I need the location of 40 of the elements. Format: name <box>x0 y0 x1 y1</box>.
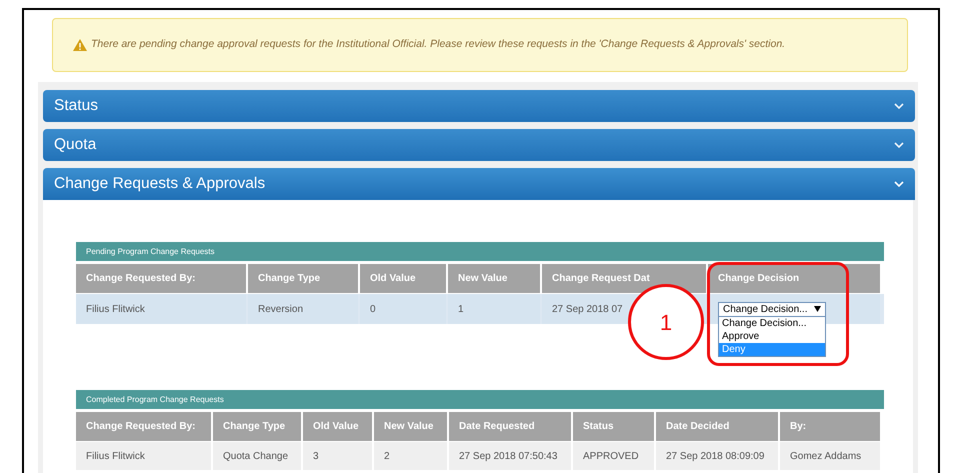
chevron-icon <box>894 142 904 148</box>
table-cell: Filius Flitwick <box>76 442 211 470</box>
table-cell: APPROVED <box>573 442 654 470</box>
column-header: Date Requested <box>449 412 571 441</box>
table-title-bar: Completed Program Change Requests <box>76 390 884 409</box>
table-title-bar: Pending Program Change Requests <box>76 242 884 261</box>
dropdown-option[interactable]: Approve <box>719 330 825 343</box>
column-header: By: <box>780 412 880 441</box>
table-cell: 0 <box>360 294 446 324</box>
column-header: Change Decision <box>708 264 880 293</box>
column-header: Change Requested By: <box>76 412 211 441</box>
table-cell: 3 <box>303 442 372 470</box>
chevron-icon <box>894 102 904 110</box>
decision-dropdown[interactable]: Change Decision... <box>718 302 826 316</box>
column-header: New Value <box>374 412 447 441</box>
table-cell: 1 <box>448 294 540 324</box>
table-cell: 27 Sep 2018 08:09:09 <box>656 442 778 470</box>
table-cell: Reversion <box>248 294 358 324</box>
column-header: Old Value <box>360 264 446 293</box>
chevron-icon <box>894 180 904 188</box>
table-cell: 2 <box>374 442 447 470</box>
accordion-header[interactable]: Status <box>43 90 915 122</box>
dropdown-option[interactable]: Change Decision... <box>719 317 825 330</box>
accordion-header[interactable]: Change Requests & Approvals <box>43 168 915 200</box>
caret-icon <box>814 306 821 312</box>
column-header: New Value <box>448 264 540 293</box>
accordion-header[interactable]: Quota <box>43 129 915 161</box>
table-cell: Quota Change <box>213 442 301 470</box>
column-header: Change Requested By: <box>76 264 246 293</box>
column-header: Status <box>573 412 654 441</box>
alert-message: There are pending change approval requests for the Institutional Official. Please review these requests in the 'Change Requests & Approvals' section. <box>91 37 786 52</box>
table-cell: Gomez Addams <box>780 442 880 470</box>
table-cell: Filius Flitwick <box>76 294 246 324</box>
warning-icon <box>73 39 87 51</box>
table-cell: 27 Sep 2018 07:50:43 <box>449 442 571 470</box>
column-header: Date Decided <box>656 412 778 441</box>
column-header: Change Type <box>213 412 301 441</box>
column-header: Change Type <box>248 264 358 293</box>
dropdown-option[interactable]: Deny <box>719 343 825 356</box>
column-header: Old Value <box>303 412 372 441</box>
